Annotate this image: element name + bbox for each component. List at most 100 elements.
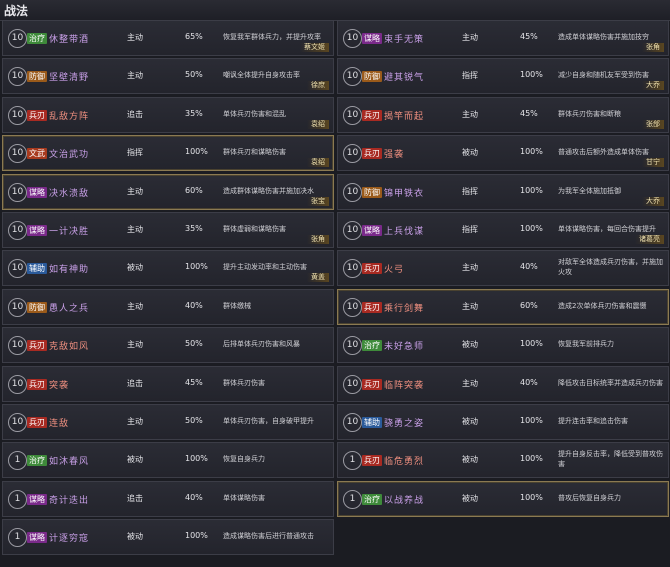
level-badge: 10	[8, 182, 27, 202]
hero-name-tag: 徐庶	[307, 81, 329, 91]
tactic-row[interactable]: 10 兵刃 乘行剑舞 主动 60% 造成2次单体兵刃伤害和震慑	[337, 288, 669, 325]
tactic-row[interactable]: 10 辅助 骁勇之姿 被动 100% 提升连击率和追击伤害	[337, 403, 669, 440]
tactic-row[interactable]: 10 治疗 休整带酒 主动 65% 恢复我军群体兵力，并提升攻率 蔡文姬	[2, 20, 334, 56]
tactic-row[interactable]: 10 谋略 上兵伐谋 指挥 100% 单体谋略伤害，每回合伤害提升 诸葛亮	[337, 211, 669, 248]
tactic-rate: 45%	[185, 377, 203, 387]
tactic-type-tag: 兵刃	[362, 109, 382, 121]
tactic-row[interactable]: 10 兵刃 乱敌方阵 追击 35% 单体兵刃伤害和混乱 袁绍	[2, 96, 334, 133]
tactic-name: 强袭	[384, 150, 405, 161]
tactic-kind: 主动	[127, 71, 143, 81]
tactic-name: 决水溃敌	[49, 188, 90, 199]
tactic-name: 如沐春风	[49, 457, 90, 468]
tactics-column-left: 10 治疗 休整带酒 主动 65% 恢复我军群体兵力，并提升攻率 蔡文姬 10 防御 坚壁清野 主动…	[2, 20, 334, 557]
tactic-row[interactable]: 10 兵刃 克敌如风 主动 50% 后排单体兵刃伤害和风暴	[2, 327, 334, 364]
tactic-name: 突袭	[49, 380, 70, 391]
tactic-type-tag: 兵刃	[362, 455, 382, 467]
tactic-description: 降低攻击目标统率并造成兵刃伤害	[558, 378, 663, 387]
tactic-rate: 35%	[185, 223, 203, 233]
tactic-name: 乘行剑舞	[384, 303, 425, 314]
tactic-description: 恢复我军前排兵力	[558, 340, 614, 349]
hero-name-tag: 诸葛亮	[635, 234, 664, 244]
tactic-rate: 100%	[520, 492, 543, 502]
tactic-description: 造成谋略伤害后进行普通攻击	[223, 532, 314, 541]
level-badge: 10	[343, 297, 362, 317]
level-badge: 10	[343, 182, 362, 202]
tactic-row[interactable]: 10 防御 坚壁清野 主动 50% 嘲讽全体提升自身攻击率 徐庶	[2, 58, 334, 95]
tactic-row[interactable]: 1 治疗 以战养战 被动 100% 普攻后恢复自身兵力	[337, 480, 669, 517]
tactic-row[interactable]: 10 防御 避其锐气 指挥 100% 减少自身和随机友军受到伤害 大乔	[337, 58, 669, 95]
tactic-description: 造成群体谋略伤害并施加决水	[223, 186, 314, 195]
tactic-type-tag: 防御	[27, 301, 47, 313]
hero-name-tag: 袁绍	[307, 158, 329, 168]
tactic-type-tag: 兵刃	[362, 263, 382, 275]
tactic-description: 群体兵刃伤害和断粮	[558, 109, 621, 118]
tactic-rate: 100%	[520, 223, 543, 233]
tactic-description: 群体虚弱和谋略伤害	[223, 224, 286, 233]
tactic-name: 以战养战	[384, 495, 425, 506]
tactic-rate: 50%	[185, 70, 203, 80]
tactic-type-tag: 防御	[362, 186, 382, 198]
tactic-row[interactable]: 10 谋略 束手无策 主动 45% 造成单体谋略伤害并施加技穷 张角	[337, 20, 669, 56]
tactic-kind: 被动	[462, 455, 478, 465]
tactic-description: 后排单体兵刃伤害和风暴	[223, 340, 300, 349]
tactic-name: 束手无策	[384, 35, 425, 45]
tactic-row[interactable]: 10 兵刃 连敌 主动 50% 单体兵刃伤害，自身破甲提升	[2, 403, 334, 440]
tactic-description: 嘲讽全体提升自身攻击率	[223, 71, 300, 80]
tactic-row[interactable]: 10 防御 愚人之兵 主动 40% 群体缴械	[2, 288, 334, 325]
tactic-row[interactable]: 10 防御 锦甲铁衣 指挥 100% 为我军全体施加抵御 大乔	[337, 173, 669, 210]
tactic-name: 奇计迭出	[49, 495, 90, 506]
tactic-name: 计逐穷寇	[49, 534, 90, 545]
tactic-type-tag: 谋略	[27, 532, 47, 544]
tactic-name: 上兵伐谋	[384, 226, 425, 237]
tactic-type-tag: 兵刃	[27, 378, 47, 390]
level-badge: 10	[8, 220, 27, 240]
tactic-rate: 65%	[185, 32, 203, 41]
tactic-rate: 100%	[520, 415, 543, 425]
tactic-description: 群体兵刃和谋略伤害	[223, 148, 286, 157]
tactic-row[interactable]: 10 辅助 如有神助 被动 100% 提升主动发动率和主动伤害 黄盖	[2, 250, 334, 287]
tactic-name: 揭竿而起	[384, 111, 425, 122]
tactic-row[interactable]: 10 兵刃 揭竿而起 主动 45% 群体兵刃伤害和断粮 张郃	[337, 96, 669, 133]
level-badge: 10	[343, 105, 362, 125]
tactic-type-tag: 谋略	[362, 33, 382, 44]
tactic-rate: 40%	[520, 262, 538, 272]
level-badge: 10	[8, 297, 27, 317]
tactic-row[interactable]: 10 兵刃 强袭 被动 100% 普通攻击后额外造成单体伤害 甘宁	[337, 135, 669, 172]
tactic-description: 减少自身和随机友军受到伤害	[558, 71, 649, 80]
hero-name-tag: 张角	[307, 234, 329, 244]
tactic-kind: 指挥	[462, 71, 478, 81]
tactic-rate: 50%	[185, 415, 203, 425]
tactic-type-tag: 兵刃	[362, 301, 382, 313]
tactic-row[interactable]: 1 治疗 如沐春风 被动 100% 恢复自身兵力	[2, 442, 334, 479]
tactic-type-tag: 治疗	[362, 340, 382, 352]
tactic-rate: 60%	[520, 300, 538, 310]
tactic-row[interactable]: 1 谋略 奇计迭出 追击 40% 单体谋略伤害	[2, 480, 334, 517]
tactic-name: 克敌如风	[49, 342, 90, 353]
tactic-description: 单体谋略伤害，每回合伤害提升	[558, 224, 656, 233]
tactic-row[interactable]: 10 治疗 未好急师 被动 100% 恢复我军前排兵力	[337, 327, 669, 364]
tactic-row[interactable]: 10 兵刃 突袭 追击 45% 群体兵刃伤害	[2, 365, 334, 402]
tactic-row[interactable]: 1 兵刃 临危勇烈 被动 100% 提升自身反击率，降低受到普攻伤害	[337, 442, 669, 479]
tactic-description: 造成2次单体兵刃伤害和震慑	[558, 301, 647, 310]
level-badge: 10	[343, 412, 362, 432]
tactic-row[interactable]: 10 文武 文治武功 指挥 100% 群体兵刃和谋略伤害 袁绍	[2, 135, 334, 172]
tactic-rate: 40%	[520, 377, 538, 387]
level-badge: 10	[8, 29, 27, 48]
tactic-description: 单体兵刃伤害，自身破甲提升	[223, 416, 314, 425]
tactic-kind: 主动	[462, 33, 478, 42]
tactic-type-tag: 防御	[362, 71, 382, 83]
level-badge: 10	[343, 220, 362, 240]
tactic-row[interactable]: 10 谋略 决水溃敌 主动 60% 造成群体谋略伤害并施加决水 张宝	[2, 173, 334, 210]
tactic-row[interactable]: 10 谋略 一计决胜 主动 35% 群体虚弱和谋略伤害 张角	[2, 211, 334, 248]
tactic-kind: 主动	[127, 33, 143, 42]
tactic-type-tag: 兵刃	[362, 148, 382, 160]
tactic-kind: 被动	[462, 493, 478, 503]
level-badge: 1	[343, 489, 362, 509]
tactic-row[interactable]: 1 谋略 计逐穷寇 被动 100% 造成谋略伤害后进行普通攻击	[2, 519, 334, 556]
level-badge: 10	[343, 67, 362, 87]
tactic-description: 对敌军全体造成兵刃伤害，并施加火攻	[558, 258, 663, 277]
tactic-rate: 40%	[185, 300, 203, 310]
tactic-row[interactable]: 10 兵刃 临阵突袭 主动 40% 降低攻击目标统率并造成兵刃伤害	[337, 365, 669, 402]
tactic-row[interactable]: 10 兵刃 火弓 主动 40% 对敌军全体造成兵刃伤害，并施加火攻	[337, 250, 669, 287]
tactic-description: 提升主动发动率和主动伤害	[223, 263, 307, 272]
